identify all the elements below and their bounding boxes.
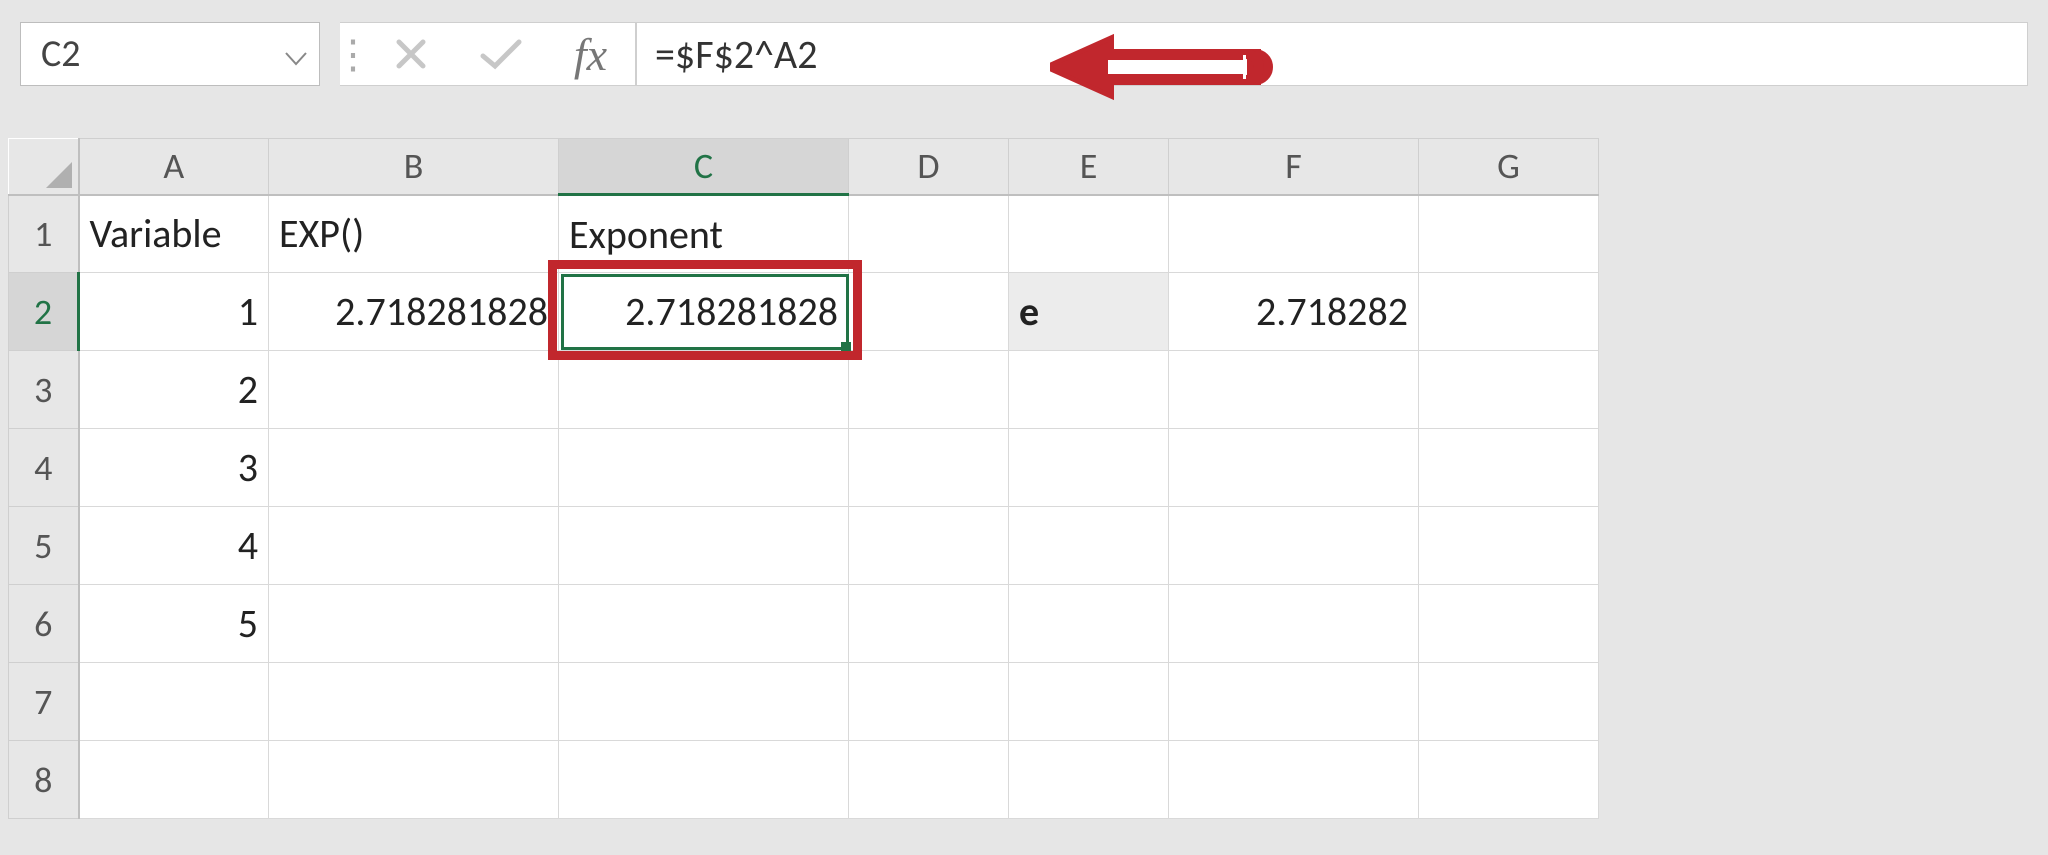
col-header-F[interactable]: F	[1169, 139, 1419, 195]
cell-C5[interactable]	[559, 507, 849, 585]
cell-G6[interactable]	[1419, 585, 1599, 663]
row-header-2[interactable]: 2	[9, 273, 79, 351]
cell-F4[interactable]	[1169, 429, 1419, 507]
row-header-7[interactable]: 7	[9, 663, 79, 741]
cell-A7[interactable]	[79, 663, 269, 741]
cell-F3[interactable]	[1169, 351, 1419, 429]
cell-D6[interactable]	[849, 585, 1009, 663]
cell-F7[interactable]	[1169, 663, 1419, 741]
cell-D4[interactable]	[849, 429, 1009, 507]
cell-C8[interactable]	[559, 741, 849, 819]
row-header-5[interactable]: 5	[9, 507, 79, 585]
col-header-A[interactable]: A	[79, 139, 269, 195]
cancel-icon	[366, 22, 456, 86]
formula-bar: C2 ⋮ fx =$F$2^A2	[0, 0, 2048, 108]
cell-E1[interactable]	[1009, 195, 1169, 273]
select-all-corner[interactable]	[9, 139, 79, 195]
cell-G8[interactable]	[1419, 741, 1599, 819]
cell-G2[interactable]	[1419, 273, 1599, 351]
cell-F2[interactable]: 2.718282	[1169, 273, 1419, 351]
cell-B4[interactable]	[269, 429, 559, 507]
row-header-8[interactable]: 8	[9, 741, 79, 819]
cell-B6[interactable]	[269, 585, 559, 663]
cell-D5[interactable]	[849, 507, 1009, 585]
cell-B7[interactable]	[269, 663, 559, 741]
row-header-3[interactable]: 3	[9, 351, 79, 429]
col-header-G[interactable]: G	[1419, 139, 1599, 195]
confirm-icon	[456, 22, 546, 86]
cell-F6[interactable]	[1169, 585, 1419, 663]
cell-A8[interactable]	[79, 741, 269, 819]
cell-A6[interactable]: 5	[79, 585, 269, 663]
cell-E6[interactable]	[1009, 585, 1169, 663]
row-header-6[interactable]: 6	[9, 585, 79, 663]
cell-C3[interactable]	[559, 351, 849, 429]
cell-E4[interactable]	[1009, 429, 1169, 507]
cell-E7[interactable]	[1009, 663, 1169, 741]
cell-A4[interactable]: 3	[79, 429, 269, 507]
cell-D8[interactable]	[849, 741, 1009, 819]
cell-A5[interactable]: 4	[79, 507, 269, 585]
col-header-B[interactable]: B	[269, 139, 559, 195]
fx-icon[interactable]: fx	[546, 22, 636, 86]
cell-reference: C2	[41, 31, 81, 77]
cell-C7[interactable]	[559, 663, 849, 741]
cell-A1[interactable]: Variable	[79, 195, 269, 273]
cell-E5[interactable]	[1009, 507, 1169, 585]
formula-input[interactable]: =$F$2^A2	[637, 22, 2028, 86]
cell-C6[interactable]	[559, 585, 849, 663]
cell-E2[interactable]: e	[1009, 273, 1169, 351]
cell-F8[interactable]	[1169, 741, 1419, 819]
cell-G7[interactable]	[1419, 663, 1599, 741]
cell-E8[interactable]	[1009, 741, 1169, 819]
cell-G3[interactable]	[1419, 351, 1599, 429]
cell-B1[interactable]: EXP()	[269, 195, 559, 273]
cell-D7[interactable]	[849, 663, 1009, 741]
row-header-1[interactable]: 1	[9, 195, 79, 273]
cell-G4[interactable]	[1419, 429, 1599, 507]
cell-E3[interactable]	[1009, 351, 1169, 429]
row-header-4[interactable]: 4	[9, 429, 79, 507]
name-box[interactable]: C2	[20, 22, 320, 86]
cell-F1[interactable]	[1169, 195, 1419, 273]
cell-C2[interactable]: 2.718281828	[559, 273, 849, 351]
cell-G1[interactable]	[1419, 195, 1599, 273]
chevron-down-icon[interactable]	[285, 31, 307, 77]
col-header-D[interactable]: D	[849, 139, 1009, 195]
cell-A3[interactable]: 2	[79, 351, 269, 429]
cell-A2[interactable]: 1	[79, 273, 269, 351]
spreadsheet-grid[interactable]: A B C D E F G 1 Variable EXP() Exponent …	[8, 138, 1599, 819]
cell-G5[interactable]	[1419, 507, 1599, 585]
cell-D2[interactable]	[849, 273, 1009, 351]
formula-text: =$F$2^A2	[655, 30, 817, 79]
cell-B8[interactable]	[269, 741, 559, 819]
col-header-E[interactable]: E	[1009, 139, 1169, 195]
col-header-C[interactable]: C	[559, 139, 849, 195]
cell-B3[interactable]	[269, 351, 559, 429]
separator: ⋮	[340, 22, 366, 86]
cell-D1[interactable]	[849, 195, 1009, 273]
cell-C1[interactable]: Exponent	[559, 195, 849, 273]
cell-C4[interactable]	[559, 429, 849, 507]
cell-D3[interactable]	[849, 351, 1009, 429]
cell-B2[interactable]: 2.718281828	[269, 273, 559, 351]
cell-F5[interactable]	[1169, 507, 1419, 585]
cell-B5[interactable]	[269, 507, 559, 585]
